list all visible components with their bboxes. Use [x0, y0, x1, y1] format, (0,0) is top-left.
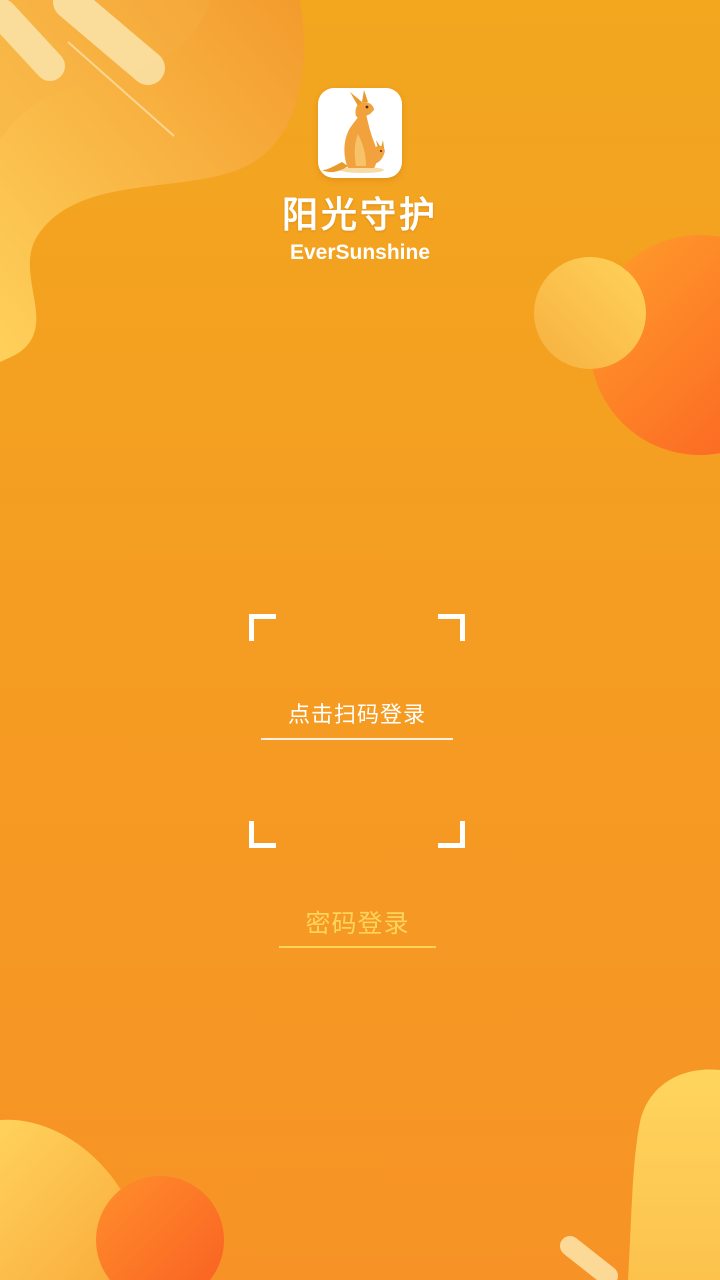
- scan-login-button[interactable]: 点击扫码登录: [261, 688, 453, 740]
- password-login-label: 密码登录: [305, 909, 410, 938]
- scan-login-label: 点击扫码登录: [287, 703, 426, 728]
- app-name-english: EverSunshine: [289, 241, 431, 264]
- password-login-button[interactable]: 密码登录: [279, 898, 436, 948]
- scan-corner-top-left: [249, 614, 276, 641]
- app-name-chinese: 阳光守护: [281, 195, 438, 236]
- scan-corner-bottom-left: [249, 821, 276, 848]
- scan-corner-top-right: [438, 614, 465, 641]
- brand-header: 阳光守护 EverSunshine: [0, 88, 720, 266]
- kangaroo-icon: [318, 88, 402, 178]
- scan-corner-bottom-right: [438, 821, 465, 848]
